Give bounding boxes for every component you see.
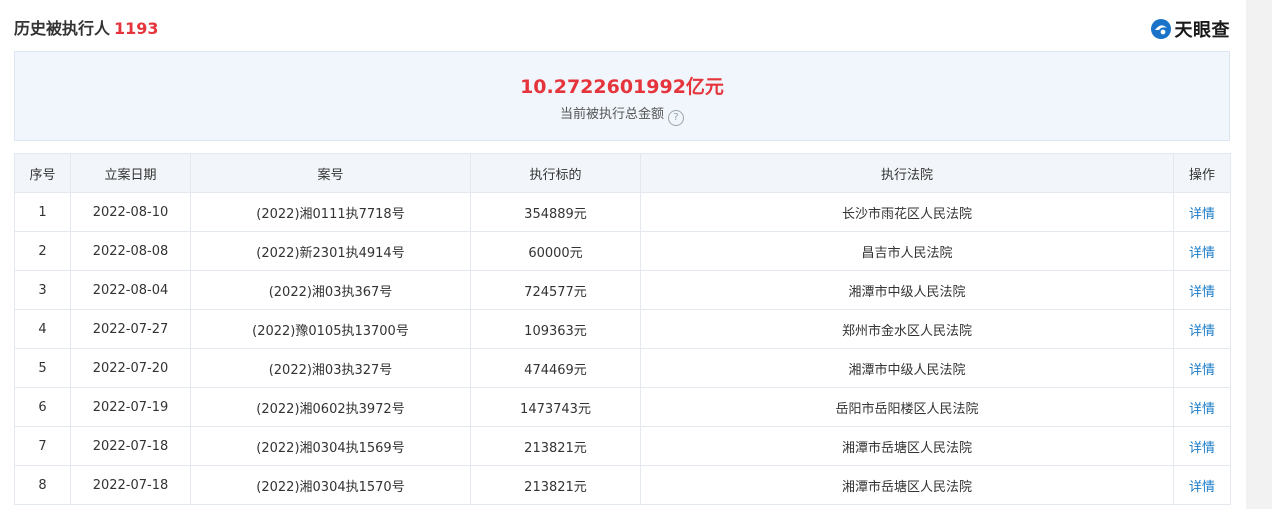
col-header-no: 序号: [14, 153, 71, 193]
total-amount-summary: 10.2722601992亿元 当前被执行总金额?: [14, 51, 1230, 141]
section-title-text: 历史被执行人: [14, 19, 111, 38]
cell-no: 2: [14, 231, 71, 271]
cell-amount: 109363元: [470, 309, 641, 349]
cell-no: 4: [14, 309, 71, 349]
table-row: 4 2022-07-27 (2022)豫0105执13700号 109363元 …: [14, 309, 1231, 349]
cell-case: (2022)湘03执327号: [190, 348, 471, 388]
cell-no: 8: [14, 465, 71, 505]
cell-case: (2022)湘0111执7718号: [190, 192, 471, 232]
tianyancha-logo-icon: [1150, 19, 1171, 39]
detail-link[interactable]: 详情: [1173, 270, 1231, 310]
cell-case: (2022)湘0602执3972号: [190, 387, 471, 427]
cell-date: 2022-08-10: [70, 192, 191, 232]
cell-amount: 724577元: [470, 270, 641, 310]
table-row: 7 2022-07-18 (2022)湘0304执1569号 213821元 湘…: [14, 426, 1231, 466]
cell-court: 湘潭市岳塘区人民法院: [640, 426, 1174, 466]
detail-link[interactable]: 详情: [1173, 192, 1231, 232]
table-row: 1 2022-08-10 (2022)湘0111执7718号 354889元 长…: [14, 192, 1231, 232]
detail-link[interactable]: 详情: [1173, 348, 1231, 388]
scrollbar-track[interactable]: [1246, 0, 1272, 509]
enforcement-table: 序号 立案日期 案号 执行标的 执行法院 操作 1 2022-08-10 (20…: [14, 153, 1231, 505]
cell-no: 7: [14, 426, 71, 466]
cell-date: 2022-07-18: [70, 465, 191, 505]
col-header-date: 立案日期: [70, 153, 191, 193]
cell-court: 湘潭市中级人民法院: [640, 348, 1174, 388]
detail-link[interactable]: 详情: [1173, 309, 1231, 349]
cell-case: (2022)湘03执367号: [190, 270, 471, 310]
cell-amount: 213821元: [470, 426, 641, 466]
col-header-amount: 执行标的: [470, 153, 641, 193]
cell-amount: 1473743元: [470, 387, 641, 427]
cell-case: (2022)豫0105执13700号: [190, 309, 471, 349]
cell-amount: 354889元: [470, 192, 641, 232]
cell-court: 郑州市金水区人民法院: [640, 309, 1174, 349]
cell-amount: 474469元: [470, 348, 641, 388]
cell-case: (2022)湘0304执1570号: [190, 465, 471, 505]
detail-link[interactable]: 详情: [1173, 426, 1231, 466]
detail-link[interactable]: 详情: [1173, 231, 1231, 271]
table-header-row: 序号 立案日期 案号 执行标的 执行法院 操作: [14, 153, 1231, 193]
cell-date: 2022-08-04: [70, 270, 191, 310]
total-amount-caption: 当前被执行总金额?: [15, 103, 1229, 126]
table-row: 5 2022-07-20 (2022)湘03执327号 474469元 湘潭市中…: [14, 348, 1231, 388]
total-amount-label: 当前被执行总金额: [559, 107, 664, 122]
table-row: 8 2022-07-18 (2022)湘0304执1570号 213821元 湘…: [14, 465, 1231, 505]
section-header: 历史被执行人 1193 天眼查: [14, 0, 1230, 52]
cell-case: (2022)新2301执4914号: [190, 231, 471, 271]
cell-court: 长沙市雨花区人民法院: [640, 192, 1174, 232]
detail-link[interactable]: 详情: [1173, 387, 1231, 427]
cell-date: 2022-07-27: [70, 309, 191, 349]
table-row: 3 2022-08-04 (2022)湘03执367号 724577元 湘潭市中…: [14, 270, 1231, 310]
total-amount-value: 10.2722601992亿元: [520, 76, 724, 98]
cell-no: 6: [14, 387, 71, 427]
table-row: 2 2022-08-08 (2022)新2301执4914号 60000元 昌吉…: [14, 231, 1231, 271]
detail-link[interactable]: 详情: [1173, 465, 1231, 505]
cell-court: 昌吉市人民法院: [640, 231, 1174, 271]
cell-court: 湘潭市中级人民法院: [640, 270, 1174, 310]
cell-court: 湘潭市岳塘区人民法院: [640, 465, 1174, 505]
cell-date: 2022-08-08: [70, 231, 191, 271]
section-title: 历史被执行人 1193: [14, 15, 159, 39]
table-row: 6 2022-07-19 (2022)湘0602执3972号 1473743元 …: [14, 387, 1231, 427]
cell-date: 2022-07-19: [70, 387, 191, 427]
cell-no: 1: [14, 192, 71, 232]
cell-case: (2022)湘0304执1569号: [190, 426, 471, 466]
cell-amount: 213821元: [470, 465, 641, 505]
cell-date: 2022-07-18: [70, 426, 191, 466]
cell-no: 3: [14, 270, 71, 310]
brand-logo: 天眼查: [1150, 16, 1231, 42]
main-panel: 历史被执行人 1193 天眼查 10.2722601992亿元 当前被执行总金额?…: [14, 0, 1231, 505]
record-count: 1193: [114, 19, 159, 38]
question-circle-icon[interactable]: ?: [668, 110, 684, 126]
col-header-case: 案号: [190, 153, 471, 193]
cell-court: 岳阳市岳阳楼区人民法院: [640, 387, 1174, 427]
cell-no: 5: [14, 348, 71, 388]
col-header-court: 执行法院: [640, 153, 1174, 193]
brand-name: 天眼查: [1174, 20, 1230, 41]
cell-amount: 60000元: [470, 231, 641, 271]
col-header-action: 操作: [1173, 153, 1231, 193]
cell-date: 2022-07-20: [70, 348, 191, 388]
